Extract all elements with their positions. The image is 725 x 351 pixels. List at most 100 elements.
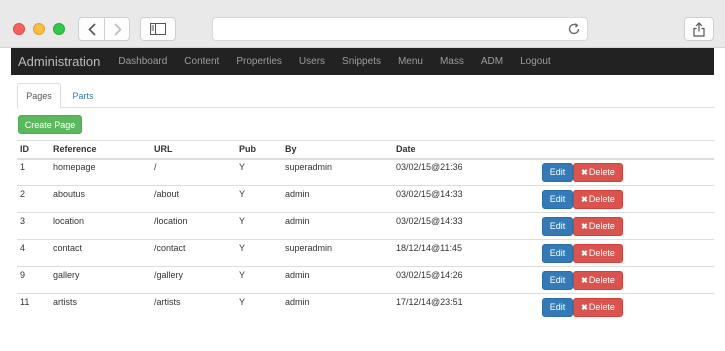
cell-text: artists [53, 297, 78, 308]
cell-by: superadmin [282, 239, 393, 267]
minimize-window-button[interactable] [33, 23, 45, 35]
cell-text: / [154, 162, 157, 173]
close-icon: ✖ [581, 248, 588, 258]
sidebar-icon [150, 23, 166, 35]
table-header-row: ID Reference URL Pub By Date [17, 140, 714, 160]
tab-parts[interactable]: Parts [61, 83, 105, 108]
delete-label: Delete [588, 194, 615, 204]
pages-table: ID Reference URL Pub By Date 1 homepage … [17, 140, 714, 321]
cell-pub: Y [236, 158, 282, 186]
nav-link-snippets[interactable]: Snippets [342, 56, 381, 67]
nav-link-properties[interactable]: Properties [236, 56, 282, 67]
cell-text: 11 [20, 297, 30, 308]
nav-link-mass[interactable]: Mass [440, 56, 464, 67]
address-bar[interactable] [212, 17, 588, 41]
sidebar-toggle-button[interactable] [140, 17, 176, 41]
column-header-by: By [282, 140, 393, 160]
close-icon: ✖ [581, 221, 588, 231]
cell-text: 03/02/15@21:36 [396, 162, 463, 173]
history-navigation [78, 17, 130, 41]
back-button[interactable] [79, 18, 104, 40]
cell-text: Y [239, 297, 246, 308]
edit-button[interactable]: Edit [542, 243, 573, 263]
cell-url: /artists [151, 293, 236, 321]
column-header-actions [539, 140, 714, 160]
tab-pages[interactable]: Pages [17, 83, 61, 109]
nav-link-logout[interactable]: Logout [520, 56, 551, 67]
delete-label: Delete [588, 275, 615, 285]
edit-button[interactable]: Edit [542, 297, 573, 317]
close-window-button[interactable] [13, 23, 25, 35]
column-header-id: ID [17, 140, 50, 160]
delete-label: Delete [588, 302, 615, 313]
cell-text: /artists [154, 297, 181, 308]
cell-url: /contact [151, 239, 236, 267]
nav-link-menu[interactable]: Menu [398, 56, 423, 67]
delete-button[interactable]: ✖ Delete [573, 216, 623, 236]
table-row: 11 artists /artists Y admin 17/12/14@23:… [17, 293, 714, 321]
cell-text: 3 [20, 216, 26, 226]
cell-text: 9 [20, 270, 26, 280]
cell-pub: Y [236, 239, 282, 267]
cell-by: admin [282, 293, 393, 321]
reload-icon[interactable] [567, 22, 581, 36]
column-header-reference: Reference [50, 140, 151, 160]
brand-link[interactable]: Administration [11, 54, 100, 69]
cell-date: 03/02/15@14:26 [393, 266, 539, 294]
cell-reference: contact [50, 239, 151, 267]
cell-text: Y [239, 216, 246, 226]
cell-by: admin [282, 185, 393, 213]
cell-text: superadmin [285, 162, 333, 173]
cell-text: location [53, 216, 85, 226]
share-icon [693, 21, 705, 37]
edit-button[interactable]: Edit [542, 216, 573, 236]
cell-text: 03/02/15@14:26 [396, 270, 463, 280]
edit-button[interactable]: Edit [542, 270, 573, 290]
chevron-right-icon [113, 22, 122, 36]
cell-text: admin [285, 297, 310, 308]
delete-button[interactable]: ✖ Delete [573, 243, 623, 263]
cell-date: 17/12/14@23:51 [393, 293, 539, 321]
edit-button[interactable]: Edit [542, 189, 573, 209]
table-row: 9 gallery /gallery Y admin 03/02/15@14:2… [17, 266, 714, 294]
cell-url: /about [151, 185, 236, 213]
browser-toolbar [0, 0, 725, 48]
nav-link-content[interactable]: Content [184, 56, 219, 67]
cell-text: 18/12/14@11:45 [396, 243, 463, 253]
cell-text: contact [53, 243, 83, 253]
cell-reference: aboutus [50, 185, 151, 213]
cell-actions: Edit ✖ Delete [539, 266, 714, 294]
cell-date: 18/12/14@11:45 [393, 239, 539, 267]
cell-text: 03/02/15@14:33 [396, 216, 463, 226]
nav-link-dashboard[interactable]: Dashboard [118, 56, 167, 67]
column-header-date: Date [393, 140, 539, 160]
create-page-button[interactable]: Create Page [18, 115, 82, 134]
cell-pub: Y [236, 185, 282, 213]
cell-pub: Y [236, 212, 282, 240]
delete-button[interactable]: ✖ Delete [573, 189, 623, 209]
cell-reference: homepage [50, 158, 151, 186]
cell-by: admin [282, 266, 393, 294]
forward-button[interactable] [105, 18, 130, 40]
table-row: 3 location /location Y admin 03/02/15@14… [17, 212, 714, 240]
close-icon: ✖ [581, 194, 588, 204]
nav-link-users[interactable]: Users [299, 56, 325, 67]
delete-button[interactable]: ✖ Delete [573, 297, 623, 317]
edit-button[interactable]: Edit [542, 162, 573, 182]
cell-text: 03/02/15@14:33 [396, 189, 463, 199]
cell-text: /gallery [154, 270, 184, 280]
cell-reference: gallery [50, 266, 151, 294]
zoom-window-button[interactable] [53, 23, 65, 35]
cell-actions: Edit ✖ Delete [539, 293, 714, 321]
cell-text: /about [154, 189, 180, 199]
share-button[interactable] [684, 17, 714, 41]
cell-text: Y [239, 189, 246, 199]
delete-button[interactable]: ✖ Delete [573, 162, 623, 182]
nav-link-adm[interactable]: ADM [481, 56, 503, 67]
cell-text: admin [285, 270, 310, 280]
cell-reference: location [50, 212, 151, 240]
cell-url: /location [151, 212, 236, 240]
cell-pub: Y [236, 266, 282, 294]
delete-button[interactable]: ✖ Delete [573, 270, 623, 290]
cell-text: Y [239, 270, 246, 280]
